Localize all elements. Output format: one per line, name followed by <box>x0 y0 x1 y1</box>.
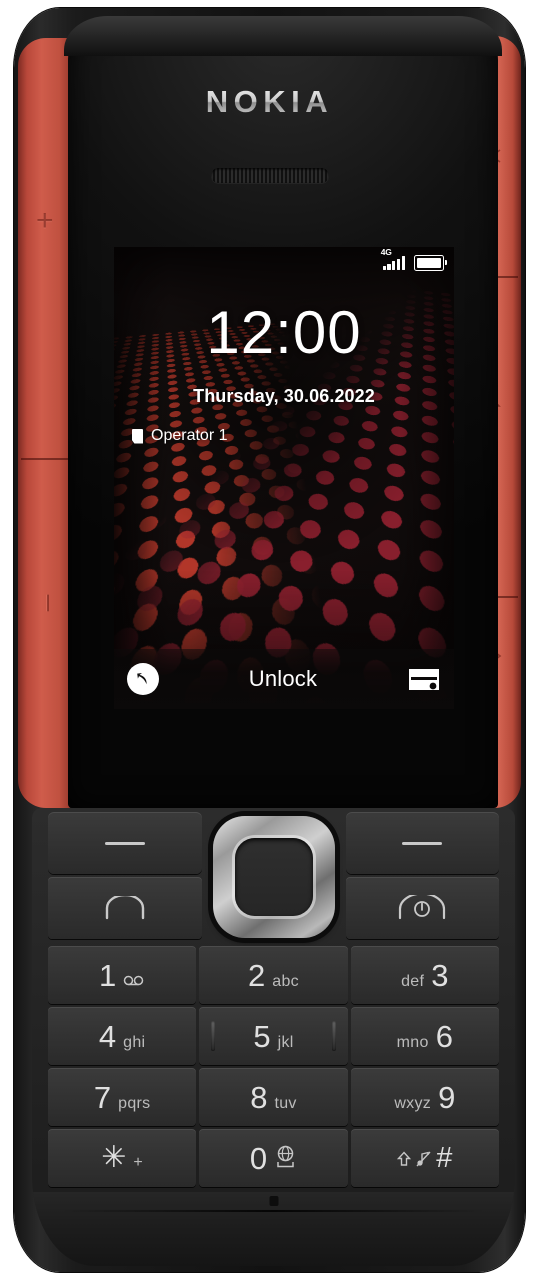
key-3-letters: def <box>401 972 425 990</box>
key-8-letters: tuv <box>274 1094 297 1112</box>
key-0-number: 0 <box>249 1140 268 1176</box>
key-hash[interactable]: # <box>350 1129 499 1187</box>
volume-up-button[interactable]: + <box>36 206 54 236</box>
folder-glyph <box>408 668 439 690</box>
key-3[interactable]: def 3 <box>350 946 499 1004</box>
sim-card-icon <box>132 428 143 444</box>
end-call-power-key[interactable] <box>345 877 499 939</box>
volume-down-button[interactable]: – <box>33 595 66 612</box>
signal-strength-icon: 4G <box>381 247 405 270</box>
key-5-number: 5 <box>253 1018 271 1054</box>
lockscreen-clock: 12:00 <box>206 299 362 366</box>
battery-icon <box>414 255 448 271</box>
key-7-letters: pqrs <box>118 1094 151 1112</box>
back-arrow-glyph <box>136 672 147 684</box>
softkey-bar: Unlock <box>114 649 454 709</box>
microphone-notch <box>269 1196 278 1206</box>
navigation-dpad[interactable] <box>212 816 335 938</box>
key-star-plus: + <box>133 1154 144 1171</box>
left-side-rail <box>18 38 74 808</box>
left-soft-key[interactable] <box>48 812 202 874</box>
keypad-row-3: 7 pqrs 8 tuv wxyz 9 <box>48 1068 499 1126</box>
key-star[interactable]: ✳ + <box>48 1129 197 1187</box>
key-4[interactable]: 4 ghi <box>48 1007 197 1065</box>
phone-display[interactable]: 4G 12:00 Thursday, 30.06.2022 Operator 1… <box>114 247 454 709</box>
network-type-label: 4G <box>380 247 392 257</box>
left-soft-key-dash-icon <box>104 841 145 845</box>
operator-name: Operator 1 <box>151 427 228 444</box>
key-6-number: 6 <box>435 1018 453 1054</box>
phone-device: + – NOKIA 4G 12:00 Thursday, 30.06.2022 … <box>14 8 525 1272</box>
key-star-symbol: ✳ <box>101 1141 127 1174</box>
top-bezel-curve <box>64 16 502 56</box>
voicemail-icon <box>123 973 145 990</box>
handset-icon <box>105 896 144 920</box>
key-hash-symbol: # <box>436 1141 453 1174</box>
status-bar: 4G <box>381 247 448 271</box>
key-2-letters: abc <box>272 972 299 990</box>
key-9[interactable]: wxyz 9 <box>350 1068 499 1126</box>
folder-organizer-icon[interactable] <box>407 665 441 694</box>
key-6-letters: mno <box>396 1033 429 1051</box>
key-3-number: 3 <box>431 957 449 993</box>
screenshot-root: + – NOKIA 4G 12:00 Thursday, 30.06.2022 … <box>0 0 539 1280</box>
key-9-letters: wxyz <box>394 1094 432 1112</box>
rail-seam-left <box>21 458 71 460</box>
power-handset-icon <box>399 895 446 920</box>
keypad-row-1: 1 2 abc def 3 <box>48 946 499 1004</box>
key-0[interactable]: 0 <box>199 1129 348 1187</box>
keypad-row-2: 4 ghi 5 jkl mno 6 <box>48 1007 499 1065</box>
unlock-label[interactable]: Unlock <box>249 666 317 692</box>
key-8[interactable]: 8 tuv <box>199 1068 348 1126</box>
keypad-row-4: ✳ + 0 # <box>48 1129 499 1187</box>
key-4-number: 4 <box>98 1018 117 1054</box>
key-1-number: 1 <box>99 957 117 993</box>
operator-row: Operator 1 <box>132 427 227 445</box>
globe-space-icon <box>274 1145 297 1173</box>
chin-seam <box>60 1210 487 1212</box>
key-9-number: 9 <box>438 1079 456 1115</box>
key-2-number: 2 <box>248 957 266 993</box>
mute-note-icon <box>416 1151 431 1171</box>
back-arrow-circle-icon[interactable] <box>127 663 159 695</box>
key-5-letters: jkl <box>277 1033 294 1051</box>
key-4-letters: ghi <box>123 1033 146 1051</box>
tactile-bar-right <box>331 1021 336 1051</box>
key-8-number: 8 <box>250 1079 268 1115</box>
right-soft-key-dash-icon <box>402 841 443 845</box>
key-1[interactable]: 1 <box>48 946 197 1004</box>
shift-arrow-icon <box>397 1150 412 1171</box>
lockscreen-date: Thursday, 30.06.2022 <box>193 386 375 406</box>
key-2[interactable]: 2 abc <box>199 946 348 1004</box>
call-key[interactable] <box>48 877 202 939</box>
key-6[interactable]: mno 6 <box>350 1007 499 1065</box>
earpiece-speaker <box>210 168 329 183</box>
key-7-number: 7 <box>93 1079 112 1115</box>
keypad-assembly: 1 2 abc def 3 4 ghi 5 jkl mno 6 7 pqrs 8… <box>32 808 515 1266</box>
bottom-chin <box>32 1192 515 1266</box>
key-5[interactable]: 5 jkl <box>199 1007 348 1065</box>
nokia-brand-logo: NOKIA <box>14 84 525 120</box>
tactile-bar-left <box>211 1021 216 1051</box>
right-soft-key[interactable] <box>345 812 499 874</box>
key-7[interactable]: 7 pqrs <box>48 1068 197 1126</box>
